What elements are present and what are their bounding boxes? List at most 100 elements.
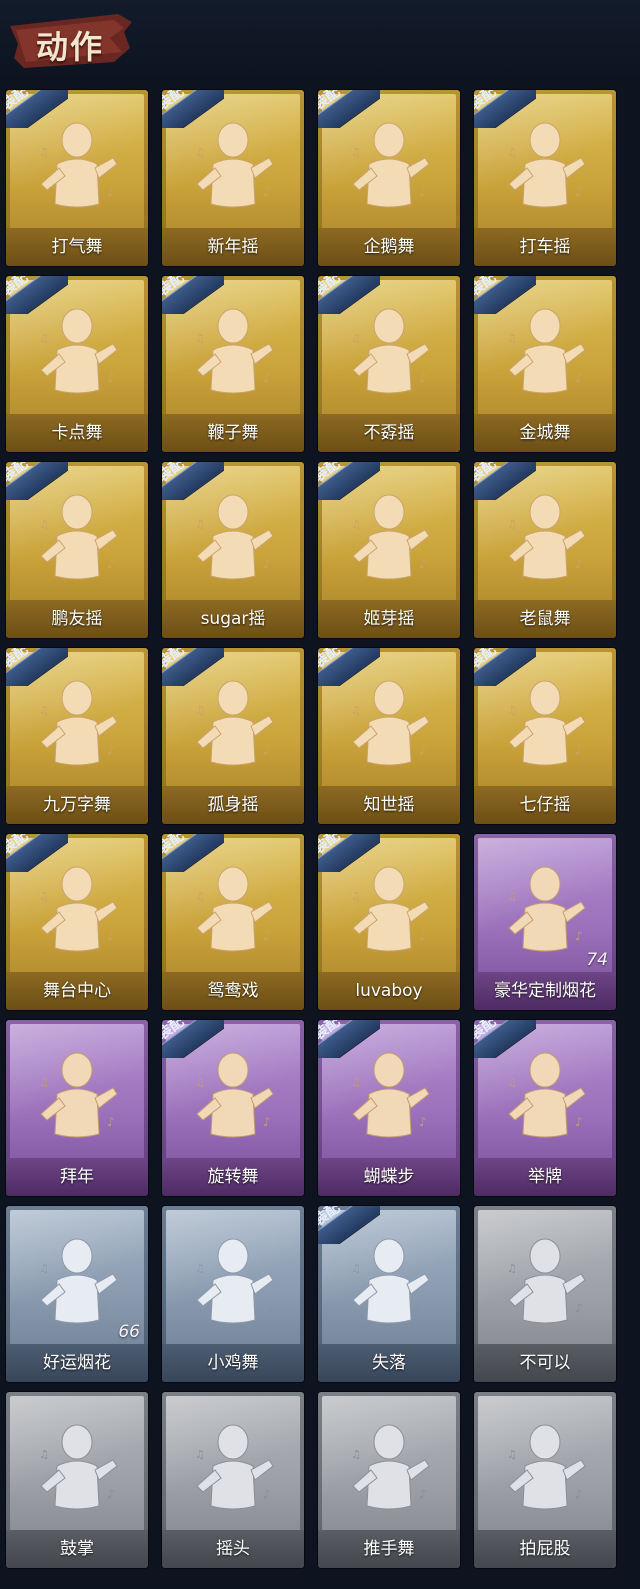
action-label: 鸳鸯戏 — [162, 972, 304, 1010]
svg-text:♪: ♪ — [575, 185, 583, 199]
action-label: 鞭子舞 — [162, 414, 304, 452]
action-card[interactable]: ♪ ♫ 装配 蝴蝶步 — [318, 1020, 460, 1196]
equipped-badge: 装配 — [6, 276, 68, 314]
action-card[interactable]: ♪ ♫ 装配 企鹅舞 — [318, 90, 460, 266]
dancer-figure-icon: ♪ ♫ — [33, 490, 121, 590]
equipped-badge: 装配 — [318, 462, 380, 500]
action-card[interactable]: ♪ ♫ 拍屁股 — [474, 1392, 616, 1568]
svg-text:♫: ♫ — [507, 1448, 517, 1461]
finger-wag-icon: ♪ ♫ — [501, 1234, 589, 1334]
action-label: 卡点舞 — [6, 414, 148, 452]
svg-text:♪: ♪ — [107, 1115, 115, 1129]
svg-text:♫: ♫ — [195, 332, 205, 345]
action-card[interactable]: ♪ ♫ 装配 孤身摇 — [162, 648, 304, 824]
svg-text:♫: ♫ — [351, 704, 361, 717]
action-card[interactable]: ♪ ♫ 装配 知世摇 — [318, 648, 460, 824]
sign-holding-icon: ♪ ♫ — [501, 1048, 589, 1148]
action-card[interactable]: ♪ ♫ 装配 九万字舞 — [6, 648, 148, 824]
equipped-badge: 装配 — [162, 462, 224, 500]
svg-text:♫: ♫ — [39, 890, 49, 903]
svg-text:♪: ♪ — [107, 185, 115, 199]
action-card[interactable]: ♪ ♫ 装配 打气舞 — [6, 90, 148, 266]
svg-text:♪: ♪ — [263, 1115, 271, 1129]
svg-text:♪: ♪ — [263, 371, 271, 385]
dancer-figure-icon: ♪ ♫ — [501, 676, 589, 776]
svg-text:♫: ♫ — [195, 1076, 205, 1089]
action-label: 金城舞 — [474, 414, 616, 452]
butt-slap-icon: ♪ ♫ — [501, 1420, 589, 1520]
action-label: 姬芽摇 — [318, 600, 460, 638]
action-card[interactable]: ♪ ♫ 推手舞 — [318, 1392, 460, 1568]
dancer-figure-icon: ♪ ♫ — [189, 862, 277, 962]
action-label: 新年摇 — [162, 228, 304, 266]
action-card[interactable]: ♪ ♫ 装配 老鼠舞 — [474, 462, 616, 638]
action-label: luvaboy — [318, 972, 460, 1010]
svg-text:♪: ♪ — [419, 185, 427, 199]
action-card[interactable]: ♪ ♫ 装配 七仔摇 — [474, 648, 616, 824]
svg-text:♫: ♫ — [507, 704, 517, 717]
head-shake-icon: ♪ ♫ — [189, 1420, 277, 1520]
action-label: 拍屁股 — [474, 1530, 616, 1568]
action-card[interactable]: ♪ ♫ 装配 luvaboy — [318, 834, 460, 1010]
svg-text:♫: ♫ — [39, 1448, 49, 1461]
action-label: 不孬摇 — [318, 414, 460, 452]
svg-text:♫: ♫ — [351, 518, 361, 531]
svg-text:♫: ♫ — [351, 1448, 361, 1461]
dancer-figure-icon: ♪ ♫ — [189, 118, 277, 218]
action-card[interactable]: ♪ ♫ 装配 舞台中心 — [6, 834, 148, 1010]
action-card[interactable]: ♪ ♫ 装配 不孬摇 — [318, 276, 460, 452]
svg-text:♪: ♪ — [263, 929, 271, 943]
action-card[interactable]: ♪ ♫ 装配鞭子舞 — [162, 276, 304, 452]
action-card[interactable]: ♪ ♫ 装配 新年摇 — [162, 90, 304, 266]
action-card[interactable]: ♪ ♫ 鼓掌 — [6, 1392, 148, 1568]
action-label: 打气舞 — [6, 228, 148, 266]
action-label: 七仔摇 — [474, 786, 616, 824]
action-label: 老鼠舞 — [474, 600, 616, 638]
action-card[interactable]: ♪ ♫ 装配 卡点舞 — [6, 276, 148, 452]
svg-text:♫: ♫ — [507, 332, 517, 345]
clapping-hands-icon: ♪ ♫ — [33, 1420, 121, 1520]
dancer-figure-icon: ♪ ♫ — [345, 676, 433, 776]
action-card[interactable]: ♪ ♫ 装配 旋转舞 — [162, 1020, 304, 1196]
svg-text:♫: ♫ — [351, 1076, 361, 1089]
svg-text:♪: ♪ — [575, 1301, 583, 1315]
action-card[interactable]: ♪ ♫ 装配姬芽摇 — [318, 462, 460, 638]
equipped-badge: 装配 — [162, 834, 224, 872]
fireworks-box-icon: ♪ ♫ — [501, 862, 589, 962]
svg-text:♪: ♪ — [419, 1301, 427, 1315]
equipped-badge: 装配 — [6, 462, 68, 500]
action-card[interactable]: ♪ ♫ 摇头 — [162, 1392, 304, 1568]
svg-text:♪: ♪ — [107, 1301, 115, 1315]
equipped-badge: 装配 — [162, 276, 224, 314]
action-card[interactable]: ♪ ♫ 装配 举牌 — [474, 1020, 616, 1196]
svg-text:♪: ♪ — [263, 185, 271, 199]
svg-text:♪: ♪ — [575, 743, 583, 757]
equipped-badge: 装配 — [474, 276, 536, 314]
svg-text:♪: ♪ — [419, 929, 427, 943]
action-card[interactable]: ♪ ♫ 不可以 — [474, 1206, 616, 1382]
action-label: 小鸡舞 — [162, 1344, 304, 1382]
action-card[interactable]: ♪ ♫ 装配 打车摇 — [474, 90, 616, 266]
title-banner: 动作 — [6, 8, 134, 72]
action-card[interactable]: ♪ ♫ 74 豪华定制烟花 — [474, 834, 616, 1010]
svg-text:♪: ♪ — [575, 1487, 583, 1501]
item-count: 66 — [118, 1322, 140, 1342]
svg-text:♫: ♫ — [39, 146, 49, 159]
svg-text:♫: ♫ — [351, 890, 361, 903]
action-card[interactable]: ♪ ♫ 66 好运烟花 — [6, 1206, 148, 1382]
spinning-figure-icon: ♪ ♫ — [189, 1048, 277, 1148]
action-label: 摇头 — [162, 1530, 304, 1568]
action-card[interactable]: ♪ ♫ 拜年 — [6, 1020, 148, 1196]
action-card[interactable]: ♪ ♫ 小鸡舞 — [162, 1206, 304, 1382]
action-card[interactable]: ♪ ♫ 装配鸳鸯戏 — [162, 834, 304, 1010]
action-card[interactable]: ♪ ♫ 装配 失落 — [318, 1206, 460, 1382]
action-label: 打车摇 — [474, 228, 616, 266]
svg-text:♪: ♪ — [575, 371, 583, 385]
action-card[interactable]: ♪ ♫ 装配 鹏友摇 — [6, 462, 148, 638]
dancer-figure-icon: ♪ ♫ — [345, 490, 433, 590]
svg-text:♫: ♫ — [507, 518, 517, 531]
svg-text:♪: ♪ — [419, 743, 427, 757]
action-card[interactable]: ♪ ♫ 装配金城舞 — [474, 276, 616, 452]
action-card[interactable]: ♪ ♫ 装配 sugar摇 — [162, 462, 304, 638]
action-label: 蝴蝶步 — [318, 1158, 460, 1196]
